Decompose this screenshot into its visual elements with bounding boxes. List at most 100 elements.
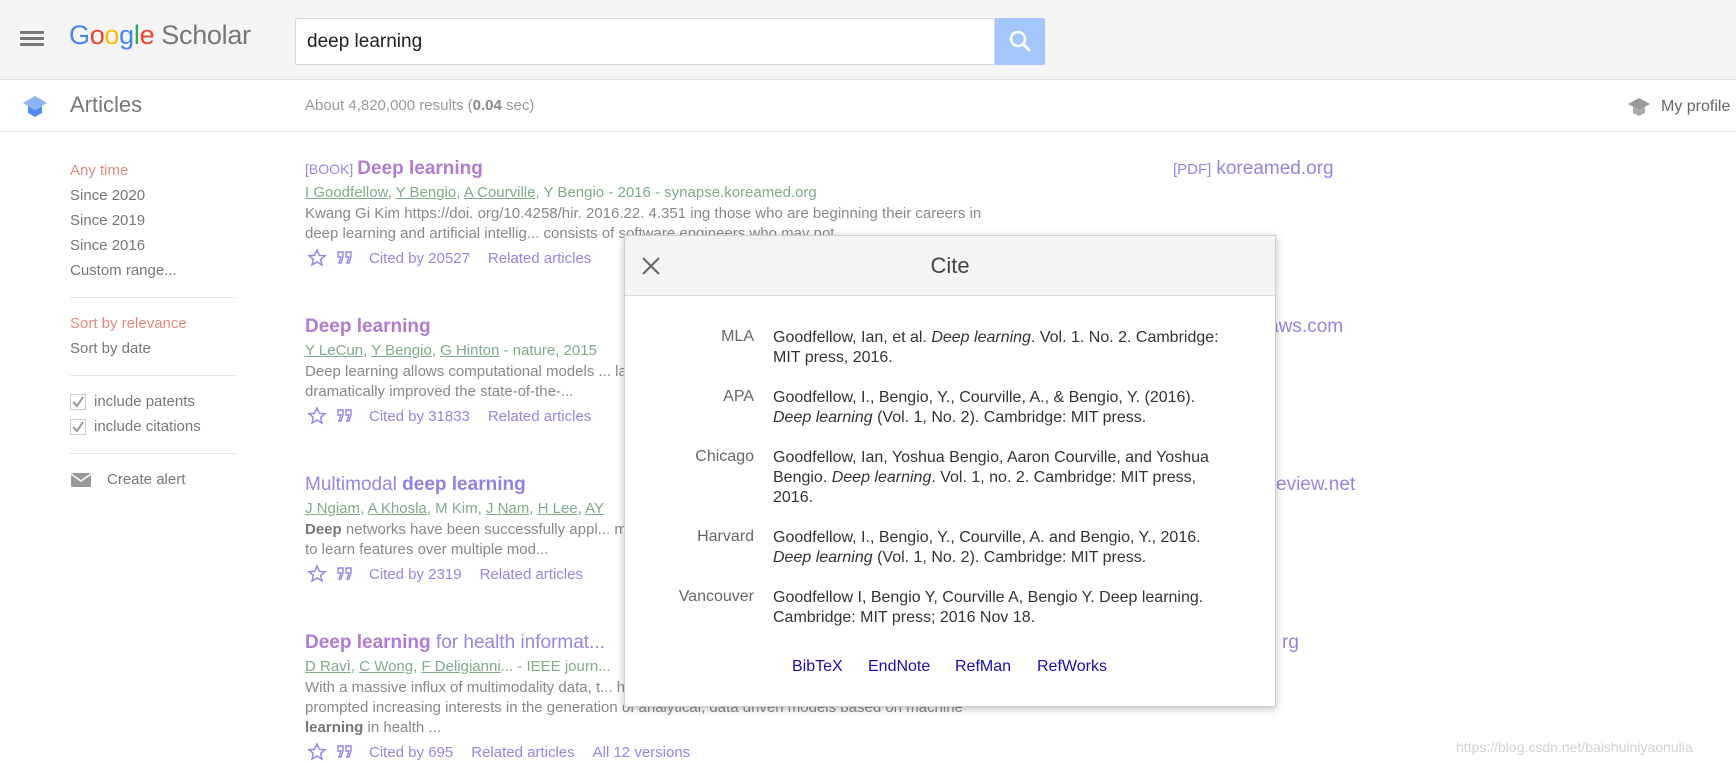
citation-style-label: Vancouver	[678, 588, 754, 605]
citation-text[interactable]: Goodfellow, I., Bengio, Y., Courville, A…	[773, 388, 1233, 428]
export-refman-link[interactable]: RefMan	[955, 658, 1011, 676]
author-link[interactable]: D Ravì	[305, 658, 351, 675]
google-scholar-logo[interactable]: Google Scholar	[69, 20, 251, 51]
author-link[interactable]: A Khosla	[368, 500, 427, 517]
my-profile-link[interactable]: My profile	[1627, 95, 1730, 119]
author-link[interactable]: A Courville	[464, 184, 536, 201]
side-link[interactable]: eview.net	[1276, 474, 1355, 496]
cited-by-link[interactable]: Cited by 31833	[369, 408, 470, 425]
quote-icon[interactable]	[335, 248, 355, 268]
quote-icon[interactable]	[335, 406, 355, 426]
logo-letter: o	[89, 20, 105, 50]
checkbox-icon	[70, 393, 86, 410]
export-refworks-link[interactable]: RefWorks	[1037, 658, 1107, 676]
result-title[interactable]: [BOOK] Deep learning	[305, 158, 995, 180]
citation-italic: Deep learning	[773, 549, 873, 566]
profile-cap-icon	[1628, 98, 1650, 116]
sort-by-date[interactable]: Sort by date	[70, 336, 236, 361]
filter-any-time[interactable]: Any time	[70, 158, 236, 183]
filter-custom-range[interactable]: Custom range...	[70, 258, 236, 283]
include-citations-label: include citations	[94, 418, 201, 435]
sort-by-relevance[interactable]: Sort by relevance	[70, 311, 236, 336]
author-plain: , M Kim,	[426, 500, 486, 517]
result-title-text: Deep learning	[357, 158, 483, 179]
menu-icon[interactable]	[20, 28, 48, 52]
cited-by-link[interactable]: Cited by 695	[369, 744, 453, 761]
top-bar: Google Scholar	[0, 0, 1736, 80]
divider	[70, 453, 236, 454]
side-link[interactable]: rg	[1282, 632, 1299, 654]
results-count-suffix: sec)	[501, 97, 535, 114]
related-articles-link[interactable]: Related articles	[480, 566, 583, 583]
author-link[interactable]: F Deligianni	[421, 658, 500, 675]
author-link[interactable]: I Goodfellow	[305, 184, 388, 201]
star-icon[interactable]	[307, 248, 327, 268]
results-count: About 4,820,000 results (0.04 sec)	[305, 97, 534, 114]
side-link-host: eview.net	[1276, 474, 1356, 495]
create-alert-button[interactable]: Create alert	[70, 467, 236, 492]
filter-since-2020[interactable]: Since 2020	[70, 183, 236, 208]
citation-text[interactable]: Goodfellow, I., Bengio, Y., Courville, A…	[773, 528, 1233, 568]
author-link[interactable]: Y Bengio	[396, 184, 457, 201]
results-count-prefix: About 4,820,000 results (	[305, 97, 473, 114]
cite-dialog: Cite MLA Goodfellow, Ian, et al. Deep le…	[624, 235, 1276, 707]
author-link[interactable]: H Lee	[538, 500, 578, 517]
result-actions: Cited by 695 Related articles All 12 ver…	[305, 742, 995, 762]
result-source: , Y Bengio - 2016 - synapse.koreamed.org	[535, 184, 817, 201]
citation-style-label: APA	[723, 388, 754, 405]
export-endnote-link[interactable]: EndNote	[868, 658, 930, 676]
author-link[interactable]: Y Bengio	[371, 342, 432, 359]
logo-letter: e	[139, 20, 155, 50]
author-link[interactable]: Y LeCun	[305, 342, 363, 359]
scholar-cap-icon	[23, 96, 47, 117]
logo-scholar-word: Scholar	[161, 20, 251, 50]
citation-text[interactable]: Goodfellow, Ian, et al. Deep learning. V…	[773, 328, 1233, 368]
search-button[interactable]	[995, 18, 1045, 65]
related-articles-link[interactable]: Related articles	[488, 408, 591, 425]
author-link[interactable]: J Nam	[486, 500, 529, 517]
filter-since-2019[interactable]: Since 2019	[70, 208, 236, 233]
result-source: - nature, 2015	[499, 342, 597, 359]
search-input[interactable]	[296, 19, 994, 64]
related-articles-link[interactable]: Related articles	[471, 744, 574, 761]
mail-icon	[70, 472, 92, 487]
star-icon[interactable]	[307, 406, 327, 426]
divider	[70, 297, 236, 298]
include-patents-checkbox[interactable]: include patents	[70, 389, 236, 414]
author-link[interactable]: C Wong	[359, 658, 413, 675]
citation-style-label: Chicago	[695, 448, 754, 465]
result-authors: I Goodfellow, Y Bengio, A Courville, Y B…	[305, 184, 817, 201]
export-bibtex-link[interactable]: BibTeX	[792, 658, 843, 676]
citation-text[interactable]: Goodfellow, Ian, Yoshua Bengio, Aaron Co…	[773, 448, 1233, 508]
citation-italic: Deep learning	[931, 329, 1031, 346]
quote-icon[interactable]	[335, 564, 355, 584]
snippet-highlight: learning	[305, 719, 364, 736]
citation-text[interactable]: Goodfellow I, Bengio Y, Courville A, Ben…	[773, 588, 1233, 628]
divider	[70, 375, 236, 376]
quote-icon[interactable]	[335, 742, 355, 762]
include-patents-label: include patents	[94, 393, 195, 410]
citation-italic: Deep learning	[831, 469, 932, 486]
side-link-host: rg	[1282, 632, 1299, 653]
logo-letter: o	[104, 20, 120, 50]
result-title-suffix: for health informat...	[430, 632, 605, 653]
filter-since-2016[interactable]: Since 2016	[70, 233, 236, 258]
author-link[interactable]: AY	[585, 500, 604, 517]
logo-letter: g	[119, 20, 134, 50]
star-icon[interactable]	[307, 742, 327, 762]
author-link[interactable]: J Ngiam	[305, 500, 360, 517]
star-icon[interactable]	[307, 564, 327, 584]
all-versions-link[interactable]: All 12 versions	[593, 744, 691, 761]
related-articles-link[interactable]: Related articles	[488, 250, 591, 267]
logo-letter: G	[69, 20, 90, 50]
author-link[interactable]: G Hinton	[440, 342, 499, 359]
result-title-text: Deep learning	[305, 316, 431, 337]
cited-by-link[interactable]: Cited by 2319	[369, 566, 462, 583]
pdf-side-link[interactable]: [PDF] koreamed.org	[1173, 158, 1334, 180]
sub-bar: Articles About 4,820,000 results (0.04 s…	[0, 81, 1736, 132]
citation-part: Goodfellow, I., Bengio, Y., Courville, A…	[773, 529, 1201, 546]
include-citations-checkbox[interactable]: include citations	[70, 414, 236, 439]
watermark: https://blog.csdn.net/baishuiniyaonulia	[1456, 739, 1693, 755]
cited-by-link[interactable]: Cited by 20527	[369, 250, 470, 267]
citation-part: Goodfellow, Ian, et al.	[773, 329, 932, 346]
